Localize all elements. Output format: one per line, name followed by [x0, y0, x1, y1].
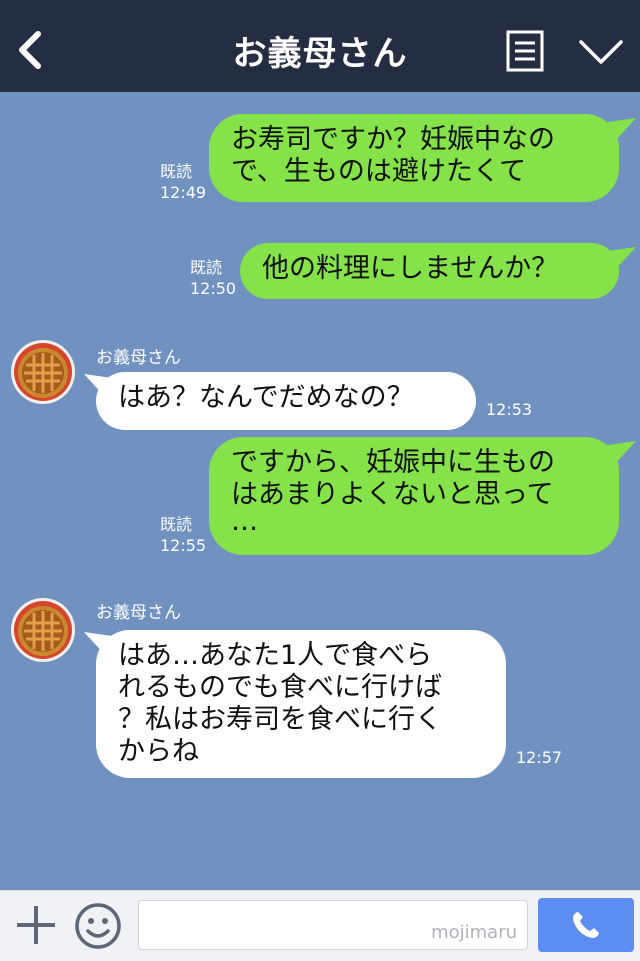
message-line: …	[231, 506, 258, 537]
message-input[interactable]: mojimaru	[138, 900, 528, 950]
incoming-message-bubble[interactable]: はあ…あなた1人で食べら れるものでも食べに行けば ？私はお寿司を食べに行く か…	[96, 630, 506, 778]
outgoing-message-bubble[interactable]: お寿司ですか？妊娠中なの で、生ものは避けたくて	[209, 114, 619, 202]
bubble-tail	[608, 118, 636, 142]
message-time: 12:49	[160, 183, 207, 202]
message-line: で、生ものは避けたくて	[231, 156, 527, 187]
menu-list-icon[interactable]	[506, 30, 544, 72]
message-line: れるものでも食べに行けば	[118, 672, 442, 703]
call-button[interactable]	[538, 898, 634, 952]
message-line: お寿司ですか？妊娠中なの	[231, 124, 555, 155]
chat-title: お義母さん	[232, 34, 408, 74]
message-line: ？私はお寿司を食べに行く	[118, 704, 442, 735]
message-time: 12:53	[486, 400, 533, 419]
message-input-bar: mojimaru	[0, 890, 640, 961]
outgoing-message-bubble[interactable]: 他の料理にしませんか？	[240, 243, 619, 299]
phone-icon	[573, 912, 599, 938]
outgoing-message-bubble[interactable]: ですから、妊娠中に生もの はあまりよくないと思って …	[209, 437, 619, 555]
sender-name: お義母さん	[96, 603, 181, 623]
message-line: からね	[118, 736, 199, 767]
avatar-pie-icon[interactable]	[10, 339, 76, 405]
chevron-down-icon[interactable]	[578, 38, 624, 66]
message-time: 12:50	[190, 279, 237, 298]
message-meta: 既読 12:50	[190, 257, 236, 299]
message-line: はあ？なんでだめなの？	[118, 382, 414, 413]
sender-name: お義母さん	[96, 348, 181, 368]
message-meta: 既読 12:55	[160, 514, 206, 556]
smiley-icon[interactable]	[74, 902, 122, 950]
message-meta: 既読 12:49	[160, 161, 206, 203]
read-receipt: 既読	[190, 258, 223, 277]
bubble-tail	[608, 441, 636, 465]
message-time: 12:57	[516, 748, 563, 767]
message-line: 他の料理にしませんか？	[262, 253, 559, 284]
message-line: ですから、妊娠中に生もの	[231, 447, 555, 478]
avatar-pie-icon[interactable]	[10, 597, 76, 663]
plus-icon[interactable]	[14, 903, 58, 947]
message-line: はあ…あなた1人で食べら	[118, 640, 433, 671]
watermark-text: mojimaru	[431, 922, 517, 943]
message-line: はあまりよくないと思って	[231, 479, 554, 510]
read-receipt: 既読	[160, 162, 193, 181]
incoming-message-bubble[interactable]: はあ？なんでだめなの？	[96, 372, 476, 430]
message-time: 12:55	[160, 536, 207, 555]
chat-header: お義母さん	[0, 0, 640, 92]
read-receipt: 既読	[160, 515, 193, 534]
bubble-tail	[608, 247, 636, 271]
